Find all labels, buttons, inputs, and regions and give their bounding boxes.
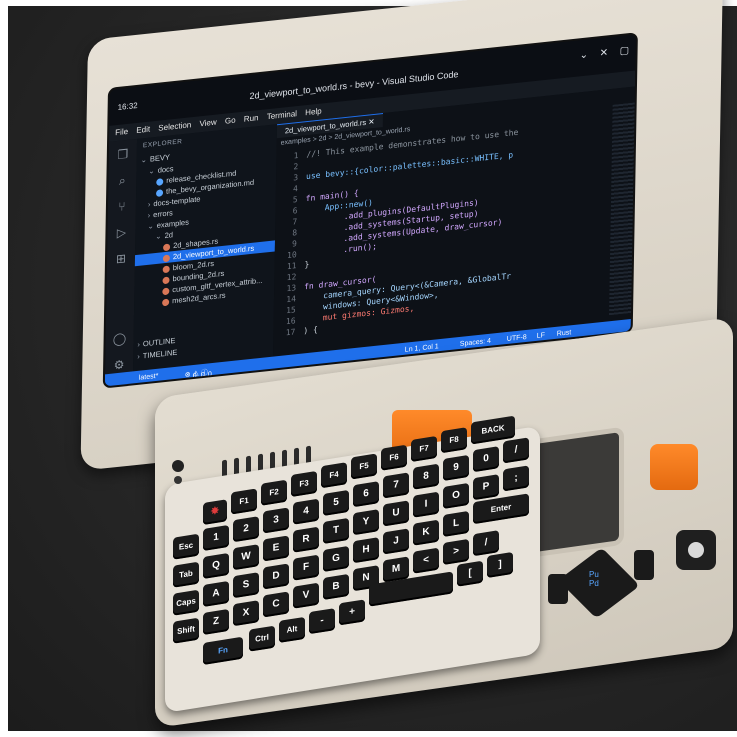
account-icon[interactable]: ◯ [111, 330, 127, 348]
orange-side-button[interactable] [650, 444, 698, 490]
key-e[interactable]: E [263, 535, 289, 562]
run-debug-icon[interactable]: ▷ [113, 224, 129, 242]
right-shoulder-button[interactable] [634, 550, 654, 580]
key-u[interactable]: U [383, 500, 409, 527]
menu-go[interactable]: Go [225, 116, 236, 126]
git-branch[interactable]: latest* [139, 373, 159, 382]
key-bracket-open[interactable]: [ [457, 560, 483, 587]
gear-icon[interactable]: ⚙ [111, 356, 127, 374]
key-esc[interactable]: Esc [173, 533, 199, 560]
key-bracket-close[interactable]: ] [487, 551, 513, 579]
key-f1[interactable]: F1 [231, 488, 257, 515]
minimize-icon[interactable]: ⌄ [580, 49, 589, 61]
key-2[interactable]: 2 [233, 516, 259, 543]
activity-bar: ❐ ⌕ ⑂ ▷ ⊞ ◯ ⚙ [104, 138, 138, 389]
key-tab[interactable]: Tab [173, 561, 199, 588]
key-v[interactable]: V [293, 582, 319, 609]
key-p[interactable]: P [473, 474, 499, 501]
key-w[interactable]: W [233, 544, 259, 571]
key-f3[interactable]: F3 [291, 470, 317, 498]
action-button[interactable] [676, 530, 716, 570]
menu-file[interactable]: File [115, 127, 128, 137]
key-f6[interactable]: F6 [381, 444, 407, 471]
cursor-position[interactable]: Ln 1, Col 1 [405, 343, 439, 354]
handheld-computer: 16:32 2d_viewport_to_world.rs - bevy - V… [0, 0, 737, 737]
key-slash[interactable]: / [503, 437, 529, 464]
key-o[interactable]: O [443, 482, 469, 509]
status-led [174, 476, 182, 484]
menu-view[interactable]: View [199, 118, 216, 129]
explorer-title: EXPLORER [142, 138, 183, 150]
page-keys-label: Pu Pd [589, 570, 599, 588]
key-t[interactable]: T [323, 517, 349, 544]
key-f4[interactable]: F4 [321, 462, 347, 489]
key-ctrl[interactable]: Ctrl [249, 625, 275, 652]
key-a[interactable]: A [203, 580, 229, 607]
key-l[interactable]: L [443, 510, 469, 537]
key-0[interactable]: 0 [473, 446, 499, 473]
space-bar[interactable] [369, 571, 453, 607]
clock: 16:32 [117, 100, 138, 112]
key-7[interactable]: 7 [383, 472, 409, 499]
language-mode[interactable]: Rust [557, 329, 572, 338]
indentation[interactable]: Spaces: 4 [460, 338, 491, 348]
key-question[interactable]: / [473, 530, 499, 557]
menu-help[interactable]: Help [305, 106, 322, 117]
key-z[interactable]: Z [203, 608, 229, 635]
key-d[interactable]: D [263, 563, 289, 590]
menu-edit[interactable]: Edit [136, 125, 150, 135]
key-4[interactable]: 4 [293, 498, 319, 525]
display-screen: 16:32 2d_viewport_to_world.rs - bevy - V… [102, 32, 638, 389]
key-3[interactable]: 3 [263, 507, 289, 534]
close-icon[interactable]: ✕ [600, 47, 609, 59]
menu-selection[interactable]: Selection [158, 120, 191, 132]
key-h[interactable]: H [353, 537, 379, 564]
key-8[interactable]: 8 [413, 463, 439, 490]
key-q[interactable]: Q [203, 552, 229, 579]
key-shift[interactable]: Shift [173, 617, 199, 644]
line-ending[interactable]: LF [537, 332, 545, 340]
key-9[interactable]: 9 [443, 454, 469, 481]
encoding[interactable]: UTF-8 [507, 334, 527, 343]
power-key[interactable]: ✸ [203, 499, 227, 525]
key-b[interactable]: B [323, 573, 349, 600]
key-y[interactable]: Y [353, 509, 379, 536]
key-c[interactable]: C [263, 591, 289, 618]
key-f7[interactable]: F7 [411, 435, 437, 463]
key-alt[interactable]: Alt [279, 616, 305, 643]
code-editor[interactable]: 2d_viewport_to_world.rs ✕ examples > 2d … [272, 86, 638, 357]
key-f2[interactable]: F2 [261, 479, 287, 506]
key-x[interactable]: X [233, 600, 259, 627]
key-g[interactable]: G [323, 545, 349, 572]
explorer-icon[interactable]: ❐ [115, 146, 131, 164]
window-restore-icon[interactable]: ▢ [620, 45, 630, 57]
key-f[interactable]: F [293, 554, 319, 581]
menu-terminal[interactable]: Terminal [267, 109, 297, 121]
extensions-icon[interactable]: ⊞ [113, 250, 129, 268]
key-period[interactable]: > [443, 538, 469, 565]
key-5[interactable]: 5 [323, 489, 349, 516]
key-r[interactable]: R [293, 526, 319, 553]
key-fn[interactable]: Fn [203, 636, 243, 665]
key-f8[interactable]: F8 [441, 427, 467, 454]
key-f5[interactable]: F5 [351, 453, 377, 480]
menu-run[interactable]: Run [244, 113, 259, 124]
key-minus[interactable]: - [309, 608, 335, 635]
key-comma[interactable]: < [413, 547, 439, 574]
key-i[interactable]: I [413, 491, 439, 518]
key-6[interactable]: 6 [353, 481, 379, 508]
key-semicolon[interactable]: ; [503, 465, 529, 492]
explorer-sidebar: EXPLORER ⌄ BEVY ⌄ docs release_checklist.m… [133, 124, 278, 372]
key-j[interactable]: J [383, 528, 409, 555]
source-control-icon[interactable]: ⑂ [114, 198, 130, 216]
key-1[interactable]: 1 [203, 524, 229, 551]
screw-hole [172, 460, 184, 472]
left-shoulder-button[interactable] [548, 574, 568, 604]
search-icon[interactable]: ⌕ [114, 172, 130, 190]
key-caps[interactable]: Caps [173, 589, 199, 616]
key-k[interactable]: K [413, 519, 439, 546]
key-plus[interactable]: + [339, 599, 365, 626]
key-s[interactable]: S [233, 572, 259, 599]
